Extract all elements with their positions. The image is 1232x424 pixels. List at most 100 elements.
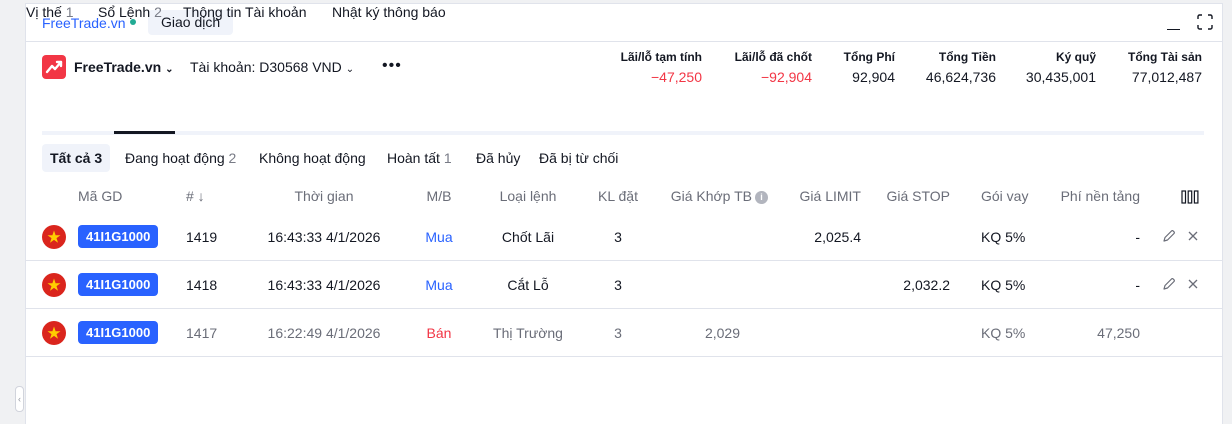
tab-3[interactable]: Nhật ký thông báo: [332, 4, 446, 20]
filter-chip-0[interactable]: Tất cả 3: [42, 144, 111, 172]
close-icon[interactable]: [1185, 276, 1201, 292]
active-tab-indicator: [114, 131, 175, 134]
column-header-id[interactable]: # ↓: [186, 188, 205, 204]
maximize-icon[interactable]: [1196, 13, 1214, 31]
column-header-time[interactable]: Thời gian: [295, 188, 354, 204]
column-header-qty[interactable]: KL đặt: [598, 188, 638, 204]
cell-id: 1417: [186, 325, 218, 341]
cell-time: 16:43:33 4/1/2026: [267, 229, 381, 245]
column-header-loan[interactable]: Gói vay: [981, 188, 1028, 204]
filter-count: 1: [443, 150, 452, 166]
column-header-label: Mã GD: [78, 188, 123, 204]
cell-stop: 2,032.2: [903, 277, 950, 293]
symbol-badge[interactable]: 41I1G1000: [78, 321, 159, 344]
cell-side: Mua: [425, 229, 453, 245]
more-options-icon[interactable]: •••: [382, 57, 402, 75]
chevron-down-icon: ⌄: [345, 64, 355, 75]
column-header-label: KL đặt: [598, 188, 638, 204]
filter-chip-3[interactable]: Hoàn tất 1: [379, 144, 460, 172]
column-header-label: Giá Khớp TB: [670, 188, 752, 204]
minimize-icon[interactable]: [1165, 13, 1183, 31]
filter-label: Tất cả: [50, 150, 91, 166]
filter-label: Không hoạt động: [259, 150, 366, 166]
edit-icon[interactable]: [1161, 228, 1177, 244]
cell-fee: 47,250: [1097, 325, 1140, 341]
column-header-label: Loại lệnh: [499, 188, 557, 204]
column-header-fee[interactable]: Phí nền tảng: [1061, 188, 1140, 204]
tab-count: 2: [154, 4, 162, 20]
cell-loan: KQ 5%: [981, 325, 1026, 341]
column-header-limit[interactable]: Giá LIMIT: [800, 188, 861, 204]
symbol-badge[interactable]: 41I1G1000: [78, 273, 159, 296]
cell-loan: KQ 5%: [981, 229, 1026, 245]
filter-chip-4[interactable]: Đã hủy: [468, 144, 528, 172]
info-icon[interactable]: i: [755, 191, 768, 204]
filter-count: 3: [94, 150, 103, 166]
metric-label: Lãi/lỗ tạm tính: [620, 50, 702, 64]
column-header-label: Giá STOP: [886, 188, 950, 204]
filter-label: Đã hủy: [476, 150, 521, 166]
broker-logo: [42, 55, 66, 79]
trading-panel: FreeTrade.vn Giao dịch FreeTrade.vn ⌄ Tài…: [25, 3, 1223, 424]
metric-label: Tổng Tiền: [938, 50, 996, 64]
cell-side: Bán: [426, 325, 452, 341]
cell-id: 1419: [186, 229, 218, 245]
table-row[interactable]: 41I1G1000 1419 16:43:33 4/1/2026 Mua Chốt Lã…: [26, 213, 1222, 261]
tab-0[interactable]: Vị thế 1: [26, 4, 74, 20]
filter-chip-2[interactable]: Không hoạt động: [251, 144, 374, 172]
column-header-side[interactable]: M/B: [427, 188, 452, 204]
column-header-label: M/B: [426, 188, 452, 204]
metric-label: Tổng Phí: [843, 50, 895, 64]
close-icon[interactable]: [1185, 228, 1201, 244]
metric-label: Ký quỹ: [1055, 50, 1096, 64]
column-header-stop[interactable]: Giá STOP: [886, 188, 950, 204]
metric-label: Tổng Tài sản: [1127, 50, 1202, 64]
column-header-symbol[interactable]: Mã GD: [78, 188, 122, 204]
table-row[interactable]: 41I1G1000 1417 16:22:49 4/1/2026 Bán Thị Trư…: [26, 309, 1222, 357]
filter-label: Đang hoạt động: [125, 150, 225, 166]
filter-chip-5[interactable]: Đã bị từ chối: [531, 144, 626, 172]
chevron-down-icon: ⌄: [165, 64, 174, 75]
metric-4: Ký quỹ 30,435,001: [1026, 50, 1096, 85]
filter-label: Đã bị từ chối: [539, 150, 619, 166]
column-header-label: # ↓: [186, 188, 205, 204]
cell-side: Mua: [425, 277, 453, 293]
metric-2: Tổng Phí 92,904: [844, 50, 895, 85]
broker-name: FreeTrade.vn: [74, 59, 162, 75]
tab-2[interactable]: Thông tin Tài khoản: [183, 4, 307, 20]
column-header-label: Thời gian: [294, 188, 354, 204]
columns-settings-icon[interactable]: [1181, 190, 1199, 204]
account-selector[interactable]: Tài khoản: D30568 VND ⌄: [190, 59, 354, 75]
tab-label: Nhật ký thông báo: [332, 4, 446, 20]
symbol-badge[interactable]: 41I1G1000: [78, 225, 159, 248]
cell-time: 16:22:49 4/1/2026: [267, 325, 381, 341]
metric-5: Tổng Tài sản 77,012,487: [1128, 50, 1202, 85]
filter-chip-1[interactable]: Đang hoạt động 2: [117, 144, 244, 172]
cell-loan: KQ 5%: [981, 277, 1026, 293]
tab-label: Thông tin Tài khoản: [183, 4, 307, 20]
cell-qty: 3: [614, 229, 622, 245]
account-label: Tài khoản: D30568 VND: [190, 59, 342, 75]
cell-type: Thị Trường: [493, 325, 563, 341]
tab-1[interactable]: Sổ Lệnh 2: [98, 4, 162, 20]
column-header-avg_price[interactable]: Giá Khớp TB i: [671, 188, 768, 204]
column-header-type[interactable]: Loại lệnh: [500, 188, 557, 204]
broker-selector[interactable]: FreeTrade.vn ⌄: [74, 59, 174, 75]
metric-value: 46,624,736: [925, 69, 996, 85]
cell-id: 1418: [186, 277, 218, 293]
panel-collapse-handle[interactable]: ‹: [15, 386, 24, 412]
metric-3: Tổng Tiền 46,624,736: [926, 50, 996, 85]
metric-value: −92,904: [761, 69, 812, 85]
column-header-label: Phí nền tảng: [1060, 188, 1140, 204]
vietnam-flag-icon: [42, 273, 66, 297]
edit-icon[interactable]: [1161, 276, 1177, 292]
cell-fee: -: [1135, 277, 1140, 293]
table-row[interactable]: 41I1G1000 1418 16:43:33 4/1/2026 Mua Cắt Lỗ 3…: [26, 261, 1222, 309]
metric-value: 77,012,487: [1131, 69, 1202, 85]
filter-count: 2: [228, 150, 237, 166]
metric-label: Lãi/lỗ đã chốt: [734, 50, 812, 64]
cell-time: 16:43:33 4/1/2026: [267, 277, 381, 293]
filter-label: Hoàn tất: [387, 150, 440, 166]
cell-avg_price: 2,029: [704, 325, 740, 341]
metric-value: 92,904: [852, 69, 895, 85]
